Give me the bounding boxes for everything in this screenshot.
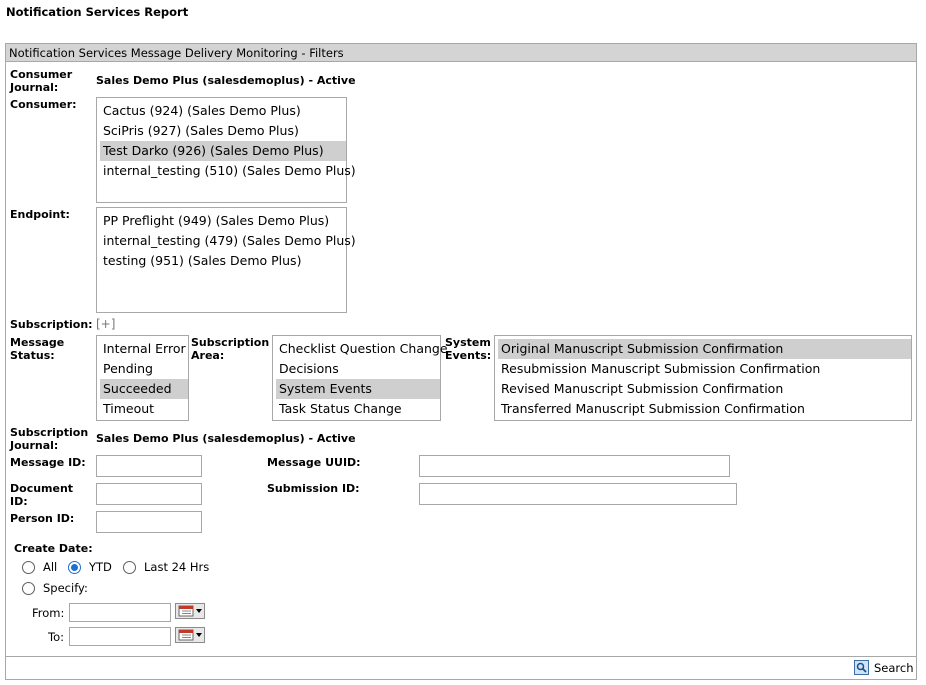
person-id-input[interactable] (96, 511, 202, 533)
subscription-area-label: Subscription Area: (191, 336, 270, 362)
message-id-label: Message ID: (10, 456, 86, 469)
search-button-label: Search (874, 661, 914, 675)
list-option[interactable]: Cactus (924) (Sales Demo Plus) (100, 101, 346, 121)
radio-ytd[interactable] (68, 561, 81, 574)
consumer-journal-label: Consumer Journal: (10, 68, 73, 94)
list-option[interactable]: Decisions (276, 359, 440, 379)
list-option[interactable]: System Events (276, 379, 440, 399)
list-option[interactable]: internal_testing (479) (Sales Demo Plus) (100, 231, 356, 251)
from-date-input[interactable] (69, 603, 171, 622)
from-label: From: (32, 606, 65, 620)
list-option[interactable]: Transferred Manuscript Submission Confir… (498, 399, 911, 419)
radio-last-24-hrs-label: Last 24 Hrs (144, 560, 210, 574)
search-icon (854, 660, 869, 675)
to-label: To: (48, 630, 64, 644)
list-option[interactable]: SciPris (927) (Sales Demo Plus) (100, 121, 346, 141)
radio-all[interactable] (22, 561, 35, 574)
radio-all-label: All (43, 560, 58, 574)
list-option[interactable]: Checklist Question Change (276, 339, 448, 359)
list-option[interactable]: testing (951) (Sales Demo Plus) (100, 251, 346, 271)
radio-ytd-label: YTD (89, 560, 112, 574)
list-option[interactable]: Resubmission Manuscript Submission Confi… (498, 359, 911, 379)
panel-footer (5, 656, 917, 680)
system-events-listbox[interactable]: Original Manuscript Submission Confirmat… (494, 335, 912, 421)
person-id-label: Person ID: (10, 512, 75, 525)
calendar-icon (178, 629, 202, 641)
list-option[interactable]: Revised Manuscript Submission Confirmati… (498, 379, 911, 399)
page-title: Notification Services Report (6, 5, 189, 19)
message-uuid-label: Message UUID: (267, 456, 361, 469)
submission-id-label: Submission ID: (267, 482, 360, 495)
radio-last-24-hrs[interactable] (123, 561, 136, 574)
document-id-label: Document ID: (10, 482, 74, 508)
subscription-journal-value: Sales Demo Plus (salesdemoplus) - Active (96, 432, 356, 445)
subscription-journal-label: Subscription Journal: (10, 426, 89, 452)
subscription-expand-toggle[interactable]: [+] (96, 317, 115, 331)
consumer-label: Consumer: (10, 98, 77, 111)
radio-specify[interactable] (22, 582, 35, 595)
list-option[interactable]: Task Status Change (276, 399, 440, 419)
document-id-input[interactable] (96, 483, 202, 505)
submission-id-input[interactable] (419, 483, 737, 505)
create-date-label: Create Date: (14, 542, 93, 555)
consumer-listbox[interactable]: Cactus (924) (Sales Demo Plus) SciPris (9… (96, 97, 356, 203)
consumer-journal-value: Sales Demo Plus (salesdemoplus) - Active (96, 74, 356, 87)
subscription-label: Subscription: (10, 318, 93, 331)
list-option[interactable]: Pending (100, 359, 188, 379)
list-option[interactable]: Original Manuscript Submission Confirmat… (498, 339, 911, 359)
endpoint-listbox[interactable]: PP Preflight (949) (Sales Demo Plus) inte… (96, 207, 356, 313)
list-option[interactable]: Internal Error (100, 339, 188, 359)
to-calendar-button[interactable] (175, 627, 205, 643)
message-status-label: Message Status: (10, 336, 65, 362)
list-option[interactable]: internal_testing (510) (Sales Demo Plus) (100, 161, 356, 181)
list-option[interactable]: Succeeded (100, 379, 188, 399)
subscription-area-listbox[interactable]: Checklist Question Change Decisions System… (272, 335, 448, 421)
message-uuid-input[interactable] (419, 455, 730, 477)
panel-header: Notification Services Message Delivery M… (5, 43, 917, 62)
list-option[interactable]: Timeout (100, 399, 188, 419)
radio-specify-label: Specify: (43, 581, 88, 595)
list-option[interactable]: PP Preflight (949) (Sales Demo Plus) (100, 211, 346, 231)
message-id-input[interactable] (96, 455, 202, 477)
to-date-input[interactable] (69, 627, 171, 646)
endpoint-label: Endpoint: (10, 208, 70, 221)
system-events-label: System Events: (445, 336, 492, 362)
list-option[interactable]: Test Darko (926) (Sales Demo Plus) (100, 141, 346, 161)
message-status-listbox[interactable]: Internal Error Pending Succeeded Timeout (96, 335, 189, 421)
calendar-icon (178, 605, 202, 617)
from-calendar-button[interactable] (175, 603, 205, 619)
